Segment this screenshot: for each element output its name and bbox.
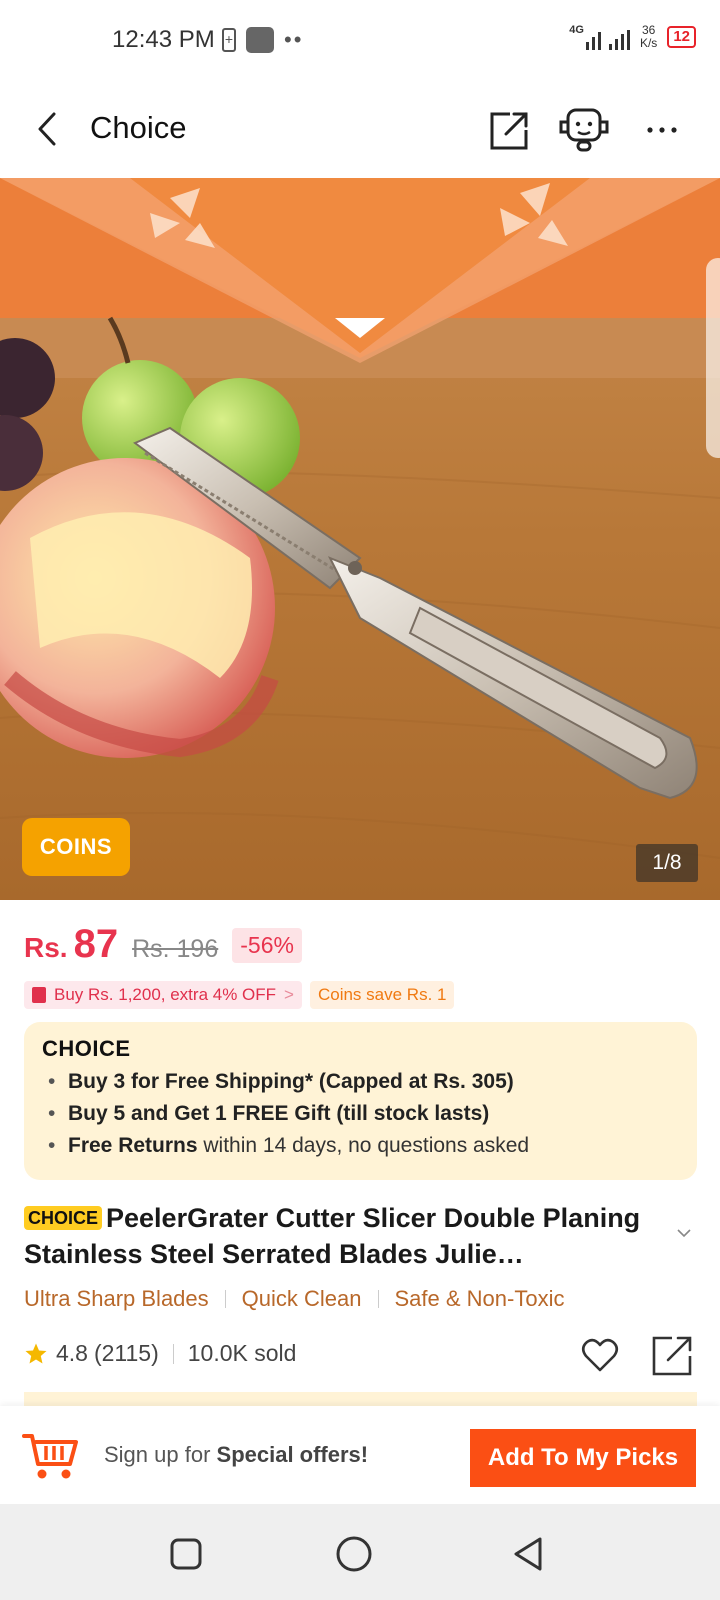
home-icon[interactable] <box>334 1534 374 1574</box>
chevron-right-icon: > <box>284 985 294 1004</box>
coins-badge: COINS <box>22 818 130 876</box>
add-to-picks-button[interactable]: Add To My Picks <box>470 1429 696 1487</box>
back-nav-icon[interactable] <box>508 1534 548 1574</box>
status-bar: 12:43 PM •• 4G 36 K/s 12 <box>0 0 720 80</box>
status-notification-icons: •• <box>222 27 303 53</box>
benefit-item: Free Returns within 14 days, no question… <box>42 1134 679 1158</box>
choice-logo: CHOICE <box>42 1036 131 1061</box>
feature-tags: Ultra Sharp Blades Quick Clean Safe & No… <box>24 1286 564 1312</box>
more-options-icon[interactable] <box>636 104 688 156</box>
promo-row: Buy Rs. 1,200, extra 4% OFF > Coins save… <box>24 981 455 1009</box>
battery-icon: 12 <box>667 26 696 48</box>
price-currency: Rs. <box>24 932 68 963</box>
network-speed: 36 K/s <box>639 23 658 50</box>
status-time: 12:43 PM <box>112 26 215 53</box>
coins-save-chip: Coins save Rs. 1 <box>309 981 455 1009</box>
benefit-item: Buy 3 for Free Shipping* (Capped at Rs. … <box>42 1070 679 1094</box>
chevron-down-icon[interactable] <box>676 1225 692 1241</box>
promo-strip <box>24 1392 697 1406</box>
signup-prompt[interactable]: Sign up for Special offers! <box>104 1442 368 1468</box>
product-image-gallery[interactable]: COINS 1/8 <box>0 178 720 900</box>
feature-tag: Safe & Non-Toxic <box>394 1286 565 1311</box>
coupon-icon <box>32 987 46 1003</box>
rating-value: 4.8 <box>56 1340 88 1366</box>
feature-tag: Quick Clean <box>241 1286 362 1311</box>
sold-count: 10.0K sold <box>187 1340 297 1366</box>
network-type: 4G <box>569 24 584 36</box>
wishlist-heart-icon[interactable] <box>580 1336 620 1376</box>
star-icon <box>25 1343 47 1363</box>
bundle-offer-label: Buy Rs. 1,200, extra 4% OFF <box>54 985 277 1004</box>
price-amount: 87 <box>73 922 119 966</box>
image-counter: 1/8 <box>636 844 698 882</box>
status-right-icons: 4G 36 K/s 12 <box>569 24 696 50</box>
app-notification-icon <box>246 27 274 53</box>
cart-icon[interactable] <box>22 1428 80 1484</box>
product-title-text: PeelerGrater Cutter Slicer Double Planin… <box>24 1203 641 1269</box>
bottom-action-bar: Sign up for Special offers! Add To My Pi… <box>0 1406 720 1504</box>
top-app-bar: Choice <box>0 80 720 178</box>
choice-tag: CHOICE <box>24 1206 103 1230</box>
share-icon[interactable] <box>484 104 536 156</box>
discount-badge: -56% <box>232 928 302 963</box>
review-count: (2115) <box>93 1340 159 1366</box>
bundle-offer-chip[interactable]: Buy Rs. 1,200, extra 4% OFF > <box>24 981 302 1009</box>
more-notifications-icon: •• <box>284 27 304 52</box>
feature-tag: Ultra Sharp Blades <box>24 1286 209 1311</box>
benefit-item: Buy 5 and Get 1 FREE Gift (till stock la… <box>42 1102 679 1126</box>
rating-row[interactable]: 4.8 (2115) 10.0K sold <box>24 1340 296 1367</box>
price-row: Rs. 87 Rs. 196 -56% <box>24 922 302 967</box>
gallery-side-tab[interactable] <box>706 258 720 458</box>
original-price: Rs. 196 <box>132 935 219 963</box>
back-arrow-icon[interactable] <box>30 108 66 150</box>
page-title: Choice <box>90 110 187 145</box>
battery-saver-icon <box>222 28 236 52</box>
system-navigation-bar <box>0 1504 720 1600</box>
signal-icon: 4G <box>569 24 630 50</box>
product-photo <box>0 178 720 900</box>
choice-benefits-card[interactable]: CHOICE Buy 3 for Free Shipping* (Capped … <box>24 1022 697 1180</box>
product-title[interactable]: CHOICE PeelerGrater Cutter Slicer Double … <box>24 1200 664 1272</box>
customer-service-icon[interactable] <box>556 104 612 156</box>
recent-apps-icon[interactable] <box>166 1534 206 1574</box>
share-icon[interactable] <box>652 1334 694 1376</box>
